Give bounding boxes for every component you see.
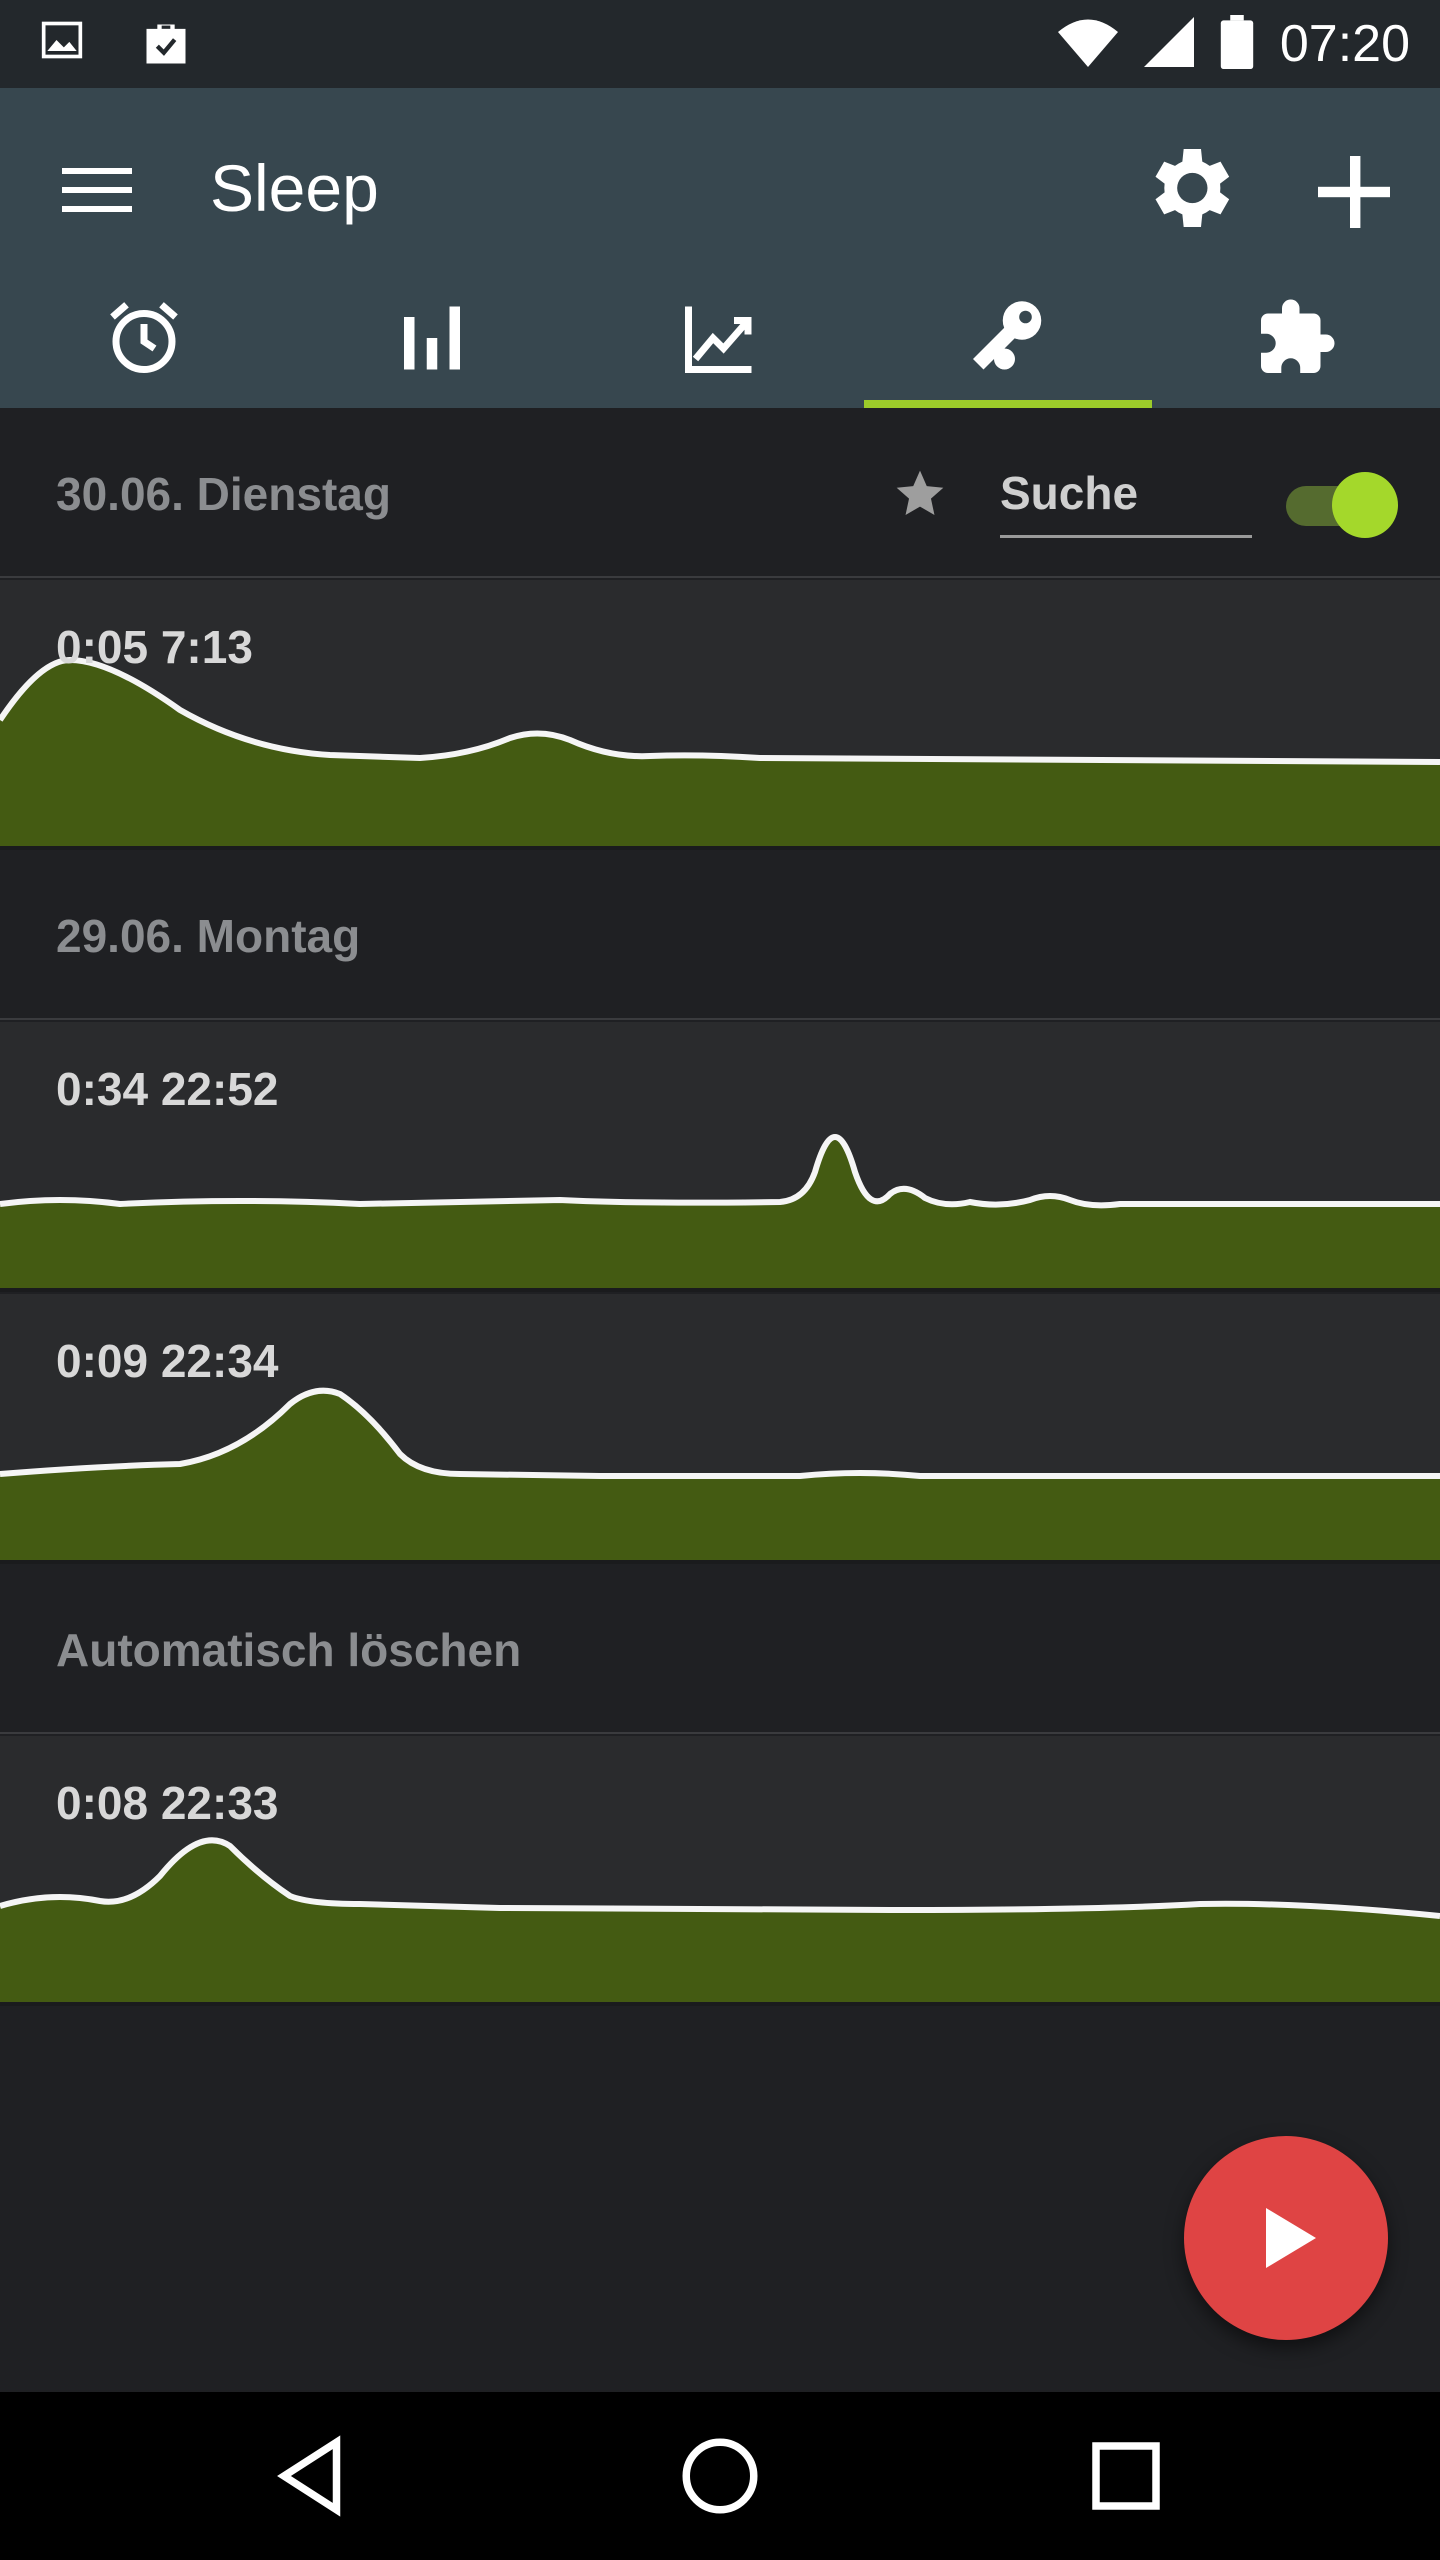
battery-icon	[1220, 14, 1254, 74]
add-icon[interactable]	[1306, 144, 1402, 240]
tab-tools[interactable]	[864, 268, 1152, 408]
signal-icon	[1143, 16, 1194, 72]
tab-addons[interactable]	[1152, 268, 1440, 408]
status-time: 07:20	[1279, 15, 1410, 73]
recents-icon[interactable]	[1074, 2424, 1178, 2528]
toggle-knob	[1332, 472, 1398, 538]
tab-trends[interactable]	[576, 268, 864, 408]
toggle-switch[interactable]	[1286, 472, 1398, 538]
image-icon	[40, 18, 84, 75]
date-header-1: 30.06. Dienstag	[0, 410, 1440, 578]
record-time: 0:34 22:52	[56, 1063, 279, 1115]
wifi-icon	[1057, 17, 1118, 72]
puzzle-icon	[1261, 299, 1335, 373]
screen: 07:20 Sleep 30.06. Dienstag Suche 0:05 7…	[0, 0, 1440, 2560]
play-icon	[1266, 2208, 1316, 2268]
date-label: 30.06. Dienstag	[56, 468, 391, 520]
tab-alarm[interactable]	[0, 268, 288, 408]
section-label: Automatisch löschen	[56, 1624, 522, 1676]
tab-bar	[0, 268, 1440, 408]
tab-statistics[interactable]	[288, 268, 576, 408]
app-bar: Sleep	[0, 88, 1440, 408]
sleep-record-3[interactable]: 0:09 22:34	[0, 1294, 1440, 1564]
sleep-record-1[interactable]: 0:05 7:13	[0, 580, 1440, 850]
alarm-icon	[110, 302, 178, 373]
back-icon[interactable]	[262, 2424, 366, 2528]
sleep-record-2[interactable]: 0:34 22:52	[0, 1022, 1440, 1292]
sleep-record-4[interactable]: 0:08 22:33	[0, 1736, 1440, 2006]
start-tracking-button[interactable]	[1184, 2136, 1388, 2340]
home-icon[interactable]	[668, 2424, 772, 2528]
status-bar: 07:20	[0, 0, 1440, 88]
bar-chart-icon	[404, 306, 460, 370]
search-input[interactable]	[1000, 458, 1252, 528]
record-time: 0:05 7:13	[56, 621, 253, 673]
key-icon	[973, 301, 1042, 370]
record-time: 0:08 22:33	[56, 1777, 279, 1829]
menu-icon[interactable]	[58, 160, 138, 220]
settings-icon[interactable]	[1136, 136, 1240, 240]
star-icon[interactable]	[892, 466, 948, 522]
briefcase-check-icon	[140, 18, 192, 75]
date-label: 29.06. Montag	[56, 910, 361, 962]
date-header-2: 29.06. Montag	[0, 852, 1440, 1020]
navigation-bar	[0, 2392, 1440, 2560]
search-field	[1000, 458, 1252, 538]
record-time: 0:09 22:34	[56, 1335, 279, 1387]
page-title: Sleep	[210, 151, 379, 225]
trend-chart-icon	[685, 306, 752, 373]
auto-delete-header: Automatisch löschen	[0, 1566, 1440, 1734]
